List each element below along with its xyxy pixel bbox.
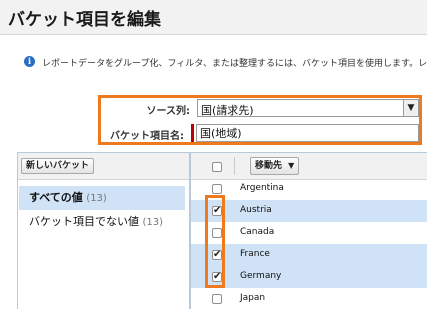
info-message: i レポートデータをグループ化、フィルタ、または整理するには、バケット項目を使用… xyxy=(24,56,427,72)
checkbox-highlight-box xyxy=(205,195,225,288)
value-row-argentina[interactable]: Argentina xyxy=(191,178,427,200)
value-row-japan[interactable]: Japan xyxy=(191,288,427,309)
page-header: バケット項目を編集 xyxy=(0,0,427,35)
value-row-canada[interactable]: Canada xyxy=(191,222,427,244)
value-toolbar: 移動先 ▼ xyxy=(191,153,427,180)
bucket-item-count: (13) xyxy=(86,193,107,204)
toolbar-divider xyxy=(234,157,235,175)
value-label: Austria xyxy=(240,205,272,215)
page-title: バケット項目を編集 xyxy=(8,10,161,30)
value-checkbox[interactable] xyxy=(212,184,222,194)
bucket-list-panel: 新しいバケット すべての値 (13) バケット項目でない値 (13) xyxy=(17,152,190,309)
bucket-item-unbucketed[interactable]: バケット項目でない値 (13) xyxy=(19,210,185,234)
value-label: France xyxy=(240,249,270,259)
select-all-checkbox[interactable] xyxy=(212,162,222,172)
bucket-item-name: すべての値 xyxy=(29,191,83,204)
move-to-button[interactable]: 移動先 ▼ xyxy=(250,157,300,175)
value-row-austria[interactable]: ✔ Austria xyxy=(191,200,427,222)
value-label: Japan xyxy=(240,293,266,303)
form-highlight-box xyxy=(98,95,422,145)
bucket-toolbar: 新しいバケット xyxy=(18,153,189,180)
bucket-item-all-values[interactable]: すべての値 (13) xyxy=(19,186,185,210)
info-icon: i xyxy=(24,56,35,67)
value-row-germany[interactable]: ✔ Germany xyxy=(191,266,427,288)
value-checkbox[interactable] xyxy=(212,294,222,304)
chevron-down-icon: ▼ xyxy=(288,161,295,170)
bucket-item-count: (13) xyxy=(142,217,164,228)
value-label: Canada xyxy=(240,227,275,237)
move-to-label: 移動先 xyxy=(255,161,283,171)
info-text: レポートデータをグループ化、フィルタ、または整理するには、バケット項目を使用しま… xyxy=(42,59,427,69)
bucket-item-name: バケット項目でない値 xyxy=(29,215,139,228)
new-bucket-button[interactable]: 新しいバケット xyxy=(21,158,95,174)
value-label: Germany xyxy=(240,271,282,281)
value-list-panel: 移動先 ▼ Argentina ✔ Austria Canada ✔ Franc… xyxy=(190,152,427,309)
value-label: Argentina xyxy=(240,183,284,193)
value-row-france[interactable]: ✔ France xyxy=(191,244,427,266)
